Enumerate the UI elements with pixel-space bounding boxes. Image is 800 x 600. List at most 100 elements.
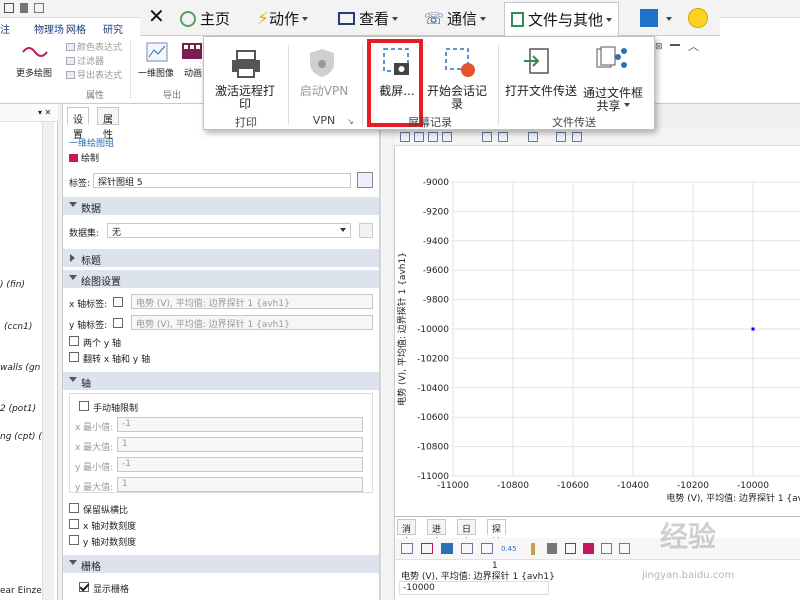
collapse-ribbon-icon[interactable]: ︿: [688, 38, 699, 54]
tab-log[interactable]: 日志: [457, 519, 477, 548]
x-axis-label-input[interactable]: 电势 (V), 平均值: 边界探针 1 {avh1}: [131, 294, 373, 309]
settings-icon[interactable]: [619, 543, 630, 554]
smiley-icon[interactable]: [688, 8, 708, 28]
ymax-input[interactable]: 1: [117, 477, 363, 492]
tree-item[interactable]: walls (gn: [0, 363, 40, 373]
delete-icon[interactable]: [20, 3, 28, 13]
settings-scrollbar[interactable]: [380, 104, 392, 600]
menu-mesh[interactable]: 网格: [66, 21, 86, 36]
precision-icon[interactable]: [421, 543, 433, 554]
auto-icon[interactable]: [441, 543, 453, 554]
section-plot-settings[interactable]: 绘图设置: [63, 270, 379, 288]
xmin-input[interactable]: -1: [117, 417, 363, 432]
lock-icon[interactable]: [528, 132, 538, 142]
brush-icon[interactable]: [531, 543, 535, 555]
start-vpn-button[interactable]: 启动VPN: [294, 85, 354, 98]
section-title[interactable]: 标题: [63, 249, 379, 267]
section-grid[interactable]: 栅格: [63, 555, 379, 573]
section-data[interactable]: 数据: [63, 197, 379, 215]
engineering-icon[interactable]: [481, 543, 493, 554]
zoom-box-icon[interactable]: [428, 132, 438, 142]
tab-messages[interactable]: 消息: [397, 519, 417, 548]
zoom-in-icon[interactable]: [400, 132, 410, 142]
y-tick-label: -9000: [423, 178, 449, 188]
zoom-out-icon[interactable]: [414, 132, 424, 142]
menu-study[interactable]: 研究: [103, 21, 123, 36]
probe-plot[interactable]: -11000-10800-10600-10400-10200-10000-98-…: [395, 146, 800, 516]
x-axis-label-checkbox[interactable]: [113, 297, 123, 307]
file-transfer-icon: [524, 48, 549, 74]
nav-comm[interactable]: ☏ 通信: [424, 8, 487, 29]
zoom-extents-icon[interactable]: [442, 132, 452, 142]
open-file-transfer-button[interactable]: 打开文件传送: [504, 85, 578, 98]
print-icon[interactable]: [572, 132, 582, 142]
tree-item[interactable]: ng (cpt) (c: [0, 432, 47, 442]
tab-progress[interactable]: 进度: [427, 519, 447, 548]
xmax-input[interactable]: 1: [117, 437, 363, 452]
menu-item-partial[interactable]: 注: [0, 21, 10, 36]
export-expression-button[interactable]: 导出表达式: [66, 68, 122, 81]
save-icon[interactable]: [34, 3, 44, 13]
two-y-checkbox[interactable]: [69, 336, 79, 346]
ymax-label: y 最大值:: [75, 483, 114, 493]
menu-physics[interactable]: 物理场: [34, 21, 64, 36]
windows-icon[interactable]: [640, 9, 658, 27]
x-log-checkbox[interactable]: [69, 519, 79, 529]
camera-icon[interactable]: [556, 132, 566, 142]
tree-scrollbar[interactable]: [42, 122, 54, 600]
label-input[interactable]: 探针图组 5: [93, 173, 351, 188]
y-axis-label-input[interactable]: 电势 (V), 平均值: 边界探针 1 {avh1}: [131, 315, 373, 330]
keep-aspect-checkbox[interactable]: [69, 503, 79, 513]
manual-limits-checkbox[interactable]: [79, 401, 89, 411]
y-log-checkbox[interactable]: [69, 535, 79, 545]
tree-item[interactable]: ear Einzel: [0, 586, 44, 596]
share-via-file-box-button[interactable]: 通过文件框共享: [582, 87, 644, 113]
export-table-icon[interactable]: [565, 543, 576, 554]
tab-probe-table[interactable]: 探针表 1: [487, 519, 507, 571]
filter-button[interactable]: 过滤器: [66, 54, 104, 67]
show-grid-checkbox[interactable]: [79, 582, 89, 592]
ribbon-extra-icon[interactable]: ⊠: [655, 42, 663, 52]
group-vpn: VPN: [312, 114, 336, 127]
y-tick-label: -10400: [417, 384, 449, 394]
tab-properties[interactable]: 属性: [97, 107, 119, 141]
nav-file-other[interactable]: 文件与其他: [504, 2, 620, 36]
table-icon[interactable]: [401, 543, 413, 554]
nav-home[interactable]: 主页: [180, 8, 230, 29]
plot-table-icon[interactable]: [583, 543, 594, 554]
dataset-goto-icon[interactable]: [359, 223, 373, 238]
tree-item[interactable]: (ccn1): [4, 322, 32, 332]
flip-axes-checkbox[interactable]: [69, 352, 79, 362]
section-axis[interactable]: 轴: [63, 372, 379, 390]
color-expression-button[interactable]: 颜色表达式: [66, 40, 122, 53]
1d-plot-button[interactable]: 一维图像: [138, 66, 174, 79]
plot-action[interactable]: 绘制: [69, 151, 99, 164]
nav-action[interactable]: ⚡动作: [257, 8, 308, 29]
tree-menu-icon[interactable]: ▾ ✕: [38, 108, 51, 117]
label-edit-icon[interactable]: [357, 172, 373, 188]
tree-item[interactable]: 2 (pot1): [0, 404, 36, 414]
close-icon[interactable]: ✕: [148, 4, 165, 28]
y-tick-label: -10200: [417, 354, 449, 364]
windows-caret-icon[interactable]: [663, 16, 672, 27]
copy-icon[interactable]: [601, 543, 612, 554]
animation-button[interactable]: 动画: [184, 66, 202, 79]
table-view-icon[interactable]: [498, 132, 508, 142]
clear-icon[interactable]: [547, 543, 557, 554]
full-precision-icon[interactable]: [461, 543, 473, 554]
decimal-label[interactable]: 0.45: [501, 545, 517, 553]
y-axis-label-checkbox[interactable]: [113, 318, 123, 328]
tab-settings[interactable]: 设置: [67, 107, 89, 141]
dataset-select[interactable]: 无: [107, 223, 351, 238]
remote-print-button[interactable]: 激活远程打印: [210, 85, 280, 111]
grid-view-icon[interactable]: [482, 132, 492, 142]
watermark-url: jingyan.baidu.com: [642, 570, 735, 581]
more-plots-button[interactable]: 更多绘图: [16, 66, 52, 79]
minimize-icon[interactable]: [670, 44, 680, 46]
nav-view[interactable]: 查看: [338, 8, 399, 29]
table-cell[interactable]: -10000: [399, 581, 549, 595]
tree-item[interactable]: ) (fin): [0, 280, 25, 290]
ymin-input[interactable]: -1: [117, 457, 363, 472]
dialog-launcher-icon[interactable]: ↘: [347, 117, 354, 126]
start-recording-button[interactable]: 开始会话记录: [424, 85, 490, 111]
